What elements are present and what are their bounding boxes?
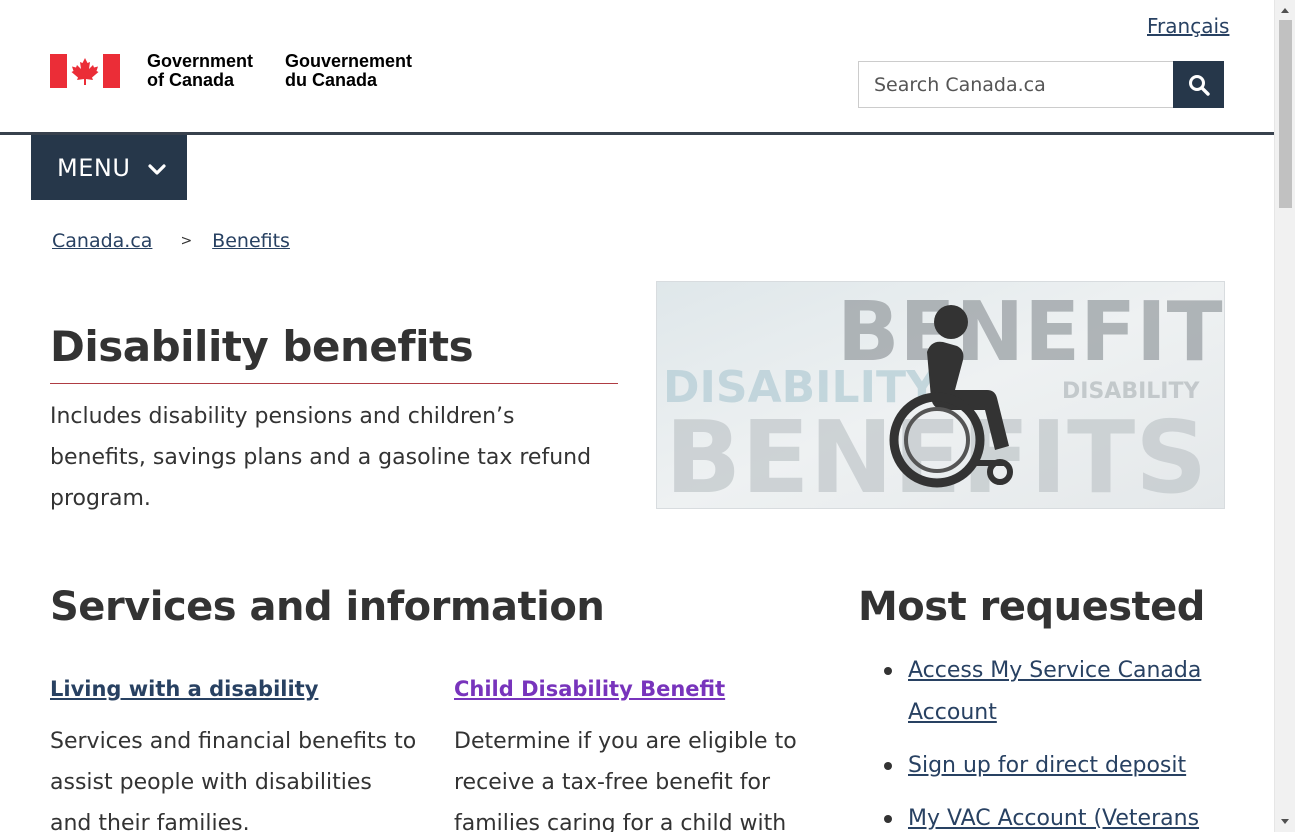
most-requested-heading: Most requested: [858, 584, 1205, 630]
most-requested-list: Access My Service Canada Account Sign up…: [858, 650, 1228, 832]
government-of-canada-wordmark-en: Government of Canada: [147, 51, 254, 90]
hero-word-benefits-bottom: BENEFITS: [665, 399, 1207, 509]
menu-label: MENU: [57, 153, 131, 182]
menu-button[interactable]: MENU: [31, 135, 187, 200]
scroll-down-arrow-icon[interactable]: [1281, 819, 1289, 824]
bullet-icon: [884, 762, 892, 770]
services-heading: Services and information: [50, 584, 605, 630]
chevron-down-icon: [148, 154, 166, 182]
hero-word-disability-left: DISABILITY: [663, 362, 939, 413]
breadcrumb-item-canada[interactable]: Canada.ca: [52, 230, 152, 252]
canada-flag-logo: [50, 54, 120, 88]
vertical-scrollbar[interactable]: [1274, 0, 1295, 832]
language-toggle-link[interactable]: Français: [1147, 14, 1229, 38]
breadcrumb-separator: >: [180, 233, 193, 249]
bullet-icon: [884, 667, 892, 675]
search-placeholder: Search Canada.ca: [874, 73, 1046, 96]
search-button[interactable]: [1173, 61, 1224, 108]
direct-deposit-link[interactable]: Sign up for direct deposit: [908, 753, 1186, 778]
search-input[interactable]: Search Canada.ca: [858, 61, 1174, 108]
disability-benefits-banner-image: BENEFITS BENEFITS DISABILITY DISABILITY: [656, 281, 1225, 509]
scrollbar-thumb[interactable]: [1279, 20, 1292, 208]
living-with-disability-description: Services and financial benefits to assis…: [50, 729, 417, 832]
header-divider: [0, 132, 1274, 135]
child-disability-benefit-link[interactable]: Child Disability Benefit: [454, 677, 725, 701]
breadcrumb-item-benefits[interactable]: Benefits: [212, 230, 290, 252]
search-icon: [1188, 74, 1210, 96]
page-title: Disability benefits: [50, 322, 474, 371]
my-vac-account-link[interactable]: My VAC Account (Veterans: [908, 806, 1199, 831]
list-item: Access My Service Canada Account: [858, 650, 1228, 734]
scroll-up-arrow-icon[interactable]: [1281, 8, 1289, 13]
list-item: Sign up for direct deposit: [858, 745, 1228, 787]
page-intro: Includes disability pensions and childre…: [50, 404, 592, 511]
government-of-canada-wordmark-fr: Gouvernement du Canada: [285, 51, 413, 90]
bullet-icon: [884, 815, 892, 823]
title-underline: [50, 383, 618, 384]
hero-word-disability-right: DISABILITY: [1062, 379, 1200, 404]
breadcrumb: Canada.ca > Benefits: [52, 230, 290, 252]
access-my-service-canada-link[interactable]: Access My Service Canada Account: [908, 658, 1201, 725]
list-item: My VAC Account (Veterans: [858, 798, 1228, 832]
child-disability-benefit-description: Determine if you are eligible to receive…: [454, 729, 797, 832]
living-with-disability-link[interactable]: Living with a disability: [50, 677, 318, 701]
